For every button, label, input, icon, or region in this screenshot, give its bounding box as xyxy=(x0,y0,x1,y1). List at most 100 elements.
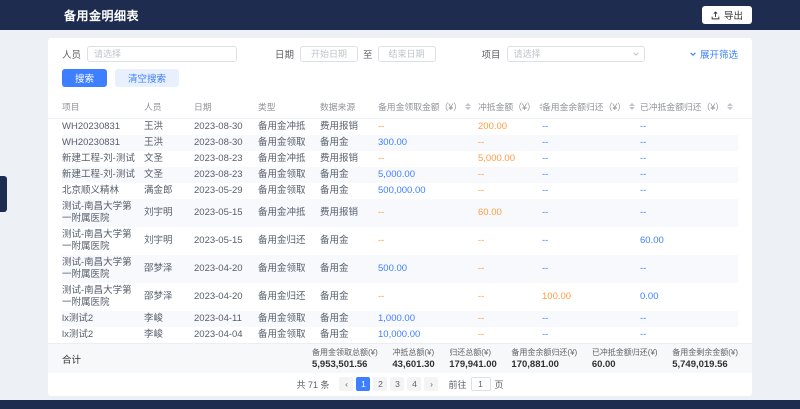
project-cell: 北京顺义精林 xyxy=(62,183,144,199)
summary-total: 备用金领取总额(¥)5,953,501.56 xyxy=(312,347,378,370)
table-row[interactable]: 测试-南昌大学第一附属医院刘宇明2023-05-15备用金归还备用金------… xyxy=(62,227,738,255)
amount-cell: 300.00 xyxy=(378,135,478,151)
pagination-total-text: 共 71 条 xyxy=(296,378,329,391)
page-suffix-label: 页 xyxy=(495,378,504,391)
project-cell: lx测试2 xyxy=(62,327,144,343)
amount-cell: -- xyxy=(542,311,640,327)
source-cell: 备用金 xyxy=(320,311,378,327)
export-button[interactable]: 导出 xyxy=(702,6,752,24)
type-cell: 备用金归还 xyxy=(258,227,320,255)
summary-total-value: 179,941.00 xyxy=(449,359,497,370)
date-cell: 2023-04-20 xyxy=(194,283,258,311)
amount-cell: -- xyxy=(640,183,738,199)
table-row[interactable]: 测试-南昌大学第一附属医院邵梦泽2023-04-20备用金归还备用金----10… xyxy=(62,283,738,311)
amount-cell: 60.00 xyxy=(478,199,542,227)
table-row[interactable]: WH20230831王洪2023-08-30备用金冲抵费用报销--200.00-… xyxy=(62,119,738,135)
page-button[interactable]: 1 xyxy=(356,377,370,391)
type-cell: 备用金领取 xyxy=(258,255,320,283)
project-cell: 测试-南昌大学第一附属医院 xyxy=(62,255,144,283)
prev-page-button[interactable]: ‹ xyxy=(339,377,353,391)
summary-total-value: 60.00 xyxy=(592,359,658,370)
type-cell: 备用金冲抵 xyxy=(258,119,320,135)
goto-page-input[interactable] xyxy=(471,377,491,391)
column-header: 数据来源 xyxy=(320,95,378,118)
person-select-input[interactable] xyxy=(87,46,237,62)
date-start-input[interactable] xyxy=(300,46,358,62)
source-cell: 备用金 xyxy=(320,183,378,199)
page-button[interactable]: 2 xyxy=(373,377,387,391)
table-row[interactable]: 新建工程-刘-测试文圣2023-08-23备用金冲抵费用报销--5,000.00… xyxy=(62,151,738,167)
amount-cell: -- xyxy=(378,199,478,227)
person-cell: 文圣 xyxy=(144,151,194,167)
amount-cell: -- xyxy=(640,199,738,227)
page-button[interactable]: 3 xyxy=(390,377,404,391)
summary-total: 备用金余额归还(¥)170,881.00 xyxy=(511,347,577,370)
source-cell: 备用金 xyxy=(320,283,378,311)
column-header: 项目 xyxy=(62,95,144,118)
date-end-input[interactable] xyxy=(378,46,436,62)
page-button[interactable]: 4 xyxy=(407,377,421,391)
amount-cell: -- xyxy=(640,135,738,151)
source-cell: 备用金 xyxy=(320,167,378,183)
export-icon xyxy=(711,11,720,20)
project-select-input[interactable] xyxy=(507,46,645,62)
table-row[interactable]: 新建工程-刘-测试文圣2023-08-23备用金领取备用金5,000.00---… xyxy=(62,167,738,183)
amount-cell: 500.00 xyxy=(378,255,478,283)
project-cell: 测试-南昌大学第一附属医院 xyxy=(62,283,144,311)
project-cell: 测试-南昌大学第一附属医院 xyxy=(62,199,144,227)
next-page-button[interactable]: › xyxy=(424,377,438,391)
sort-icon[interactable] xyxy=(629,103,635,110)
drawer-handle[interactable] xyxy=(0,176,7,212)
main-card: 人员 日期 至 项目 展开筛选 搜索 清空搜索 xyxy=(48,38,752,396)
column-header: 日期 xyxy=(194,95,258,118)
date-cell: 2023-08-23 xyxy=(194,151,258,167)
type-cell: 备用金领取 xyxy=(258,183,320,199)
amount-cell: 200.00 xyxy=(478,119,542,135)
summary-total-value: 5,749,019.56 xyxy=(672,359,738,370)
filter-bar: 人员 日期 至 项目 展开筛选 xyxy=(48,38,752,62)
table-row[interactable]: 北京顺义精林满金郎2023-05-29备用金领取备用金500,000.00---… xyxy=(62,183,738,199)
summary-total: 已冲抵金额归还(¥)60.00 xyxy=(592,347,658,370)
person-cell: 满金郎 xyxy=(144,183,194,199)
amount-cell: -- xyxy=(542,227,640,255)
date-cell: 2023-08-23 xyxy=(194,167,258,183)
type-cell: 备用金领取 xyxy=(258,167,320,183)
table-row[interactable]: lx测试2李峻2023-04-04备用金领取备用金10,000.00------ xyxy=(62,327,738,343)
column-header[interactable]: 已冲抵金额归还（¥） xyxy=(640,95,738,118)
expand-filters-link[interactable]: 展开筛选 xyxy=(689,47,738,61)
search-button-row: 搜索 清空搜索 xyxy=(48,62,752,95)
sort-icon[interactable] xyxy=(727,103,733,110)
project-cell: WH20230831 xyxy=(62,135,144,151)
amount-cell: -- xyxy=(478,183,542,199)
amount-cell: 60.00 xyxy=(640,227,738,255)
person-cell: 文圣 xyxy=(144,167,194,183)
amount-cell: -- xyxy=(640,255,738,283)
source-cell: 费用报销 xyxy=(320,119,378,135)
type-cell: 备用金领取 xyxy=(258,327,320,343)
amount-cell: -- xyxy=(542,199,640,227)
date-cell: 2023-04-11 xyxy=(194,311,258,327)
date-cell: 2023-05-15 xyxy=(194,199,258,227)
amount-cell: 1,000.00 xyxy=(378,311,478,327)
table-row[interactable]: WH20230831王洪2023-08-30备用金领取备用金300.00----… xyxy=(62,135,738,151)
table-body: WH20230831王洪2023-08-30备用金冲抵费用报销--200.00-… xyxy=(48,119,752,343)
table-row[interactable]: 测试-南昌大学第一附属医院邵梦泽2023-04-20备用金领取备用金500.00… xyxy=(62,255,738,283)
search-button[interactable]: 搜索 xyxy=(62,69,107,87)
column-header-label: 日期 xyxy=(194,100,212,113)
amount-cell: -- xyxy=(478,135,542,151)
type-cell: 备用金冲抵 xyxy=(258,151,320,167)
source-cell: 备用金 xyxy=(320,227,378,255)
column-header[interactable]: 备用金余额归还（¥） xyxy=(542,95,640,118)
project-filter-label: 项目 xyxy=(482,47,501,61)
page-title: 备用金明细表 xyxy=(64,7,139,24)
table-row[interactable]: 测试-南昌大学第一附属医院刘宇明2023-05-15备用金冲抵费用报销--60.… xyxy=(62,199,738,227)
amount-cell: -- xyxy=(378,119,478,135)
column-header-label: 冲抵金额（¥） xyxy=(478,100,536,113)
column-header[interactable]: 冲抵金额（¥） xyxy=(478,95,542,118)
export-button-label: 导出 xyxy=(724,8,743,22)
amount-cell: -- xyxy=(542,151,640,167)
column-header[interactable]: 备用金领取金额（¥） xyxy=(378,95,478,118)
table-row[interactable]: lx测试2李峻2023-04-11备用金领取备用金1,000.00------ xyxy=(62,311,738,327)
clear-search-button[interactable]: 清空搜索 xyxy=(115,69,179,87)
sort-icon[interactable] xyxy=(465,103,471,110)
